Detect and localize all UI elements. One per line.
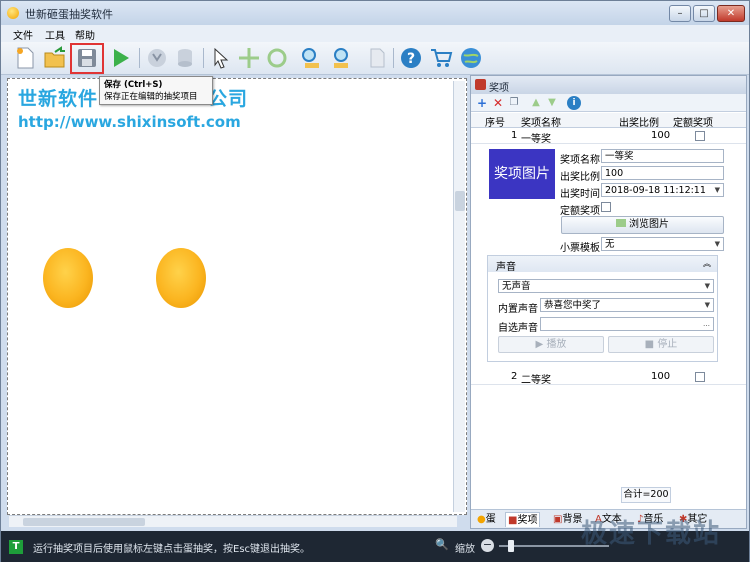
minimize-button[interactable]: – (669, 5, 691, 22)
open-folder-icon[interactable] (43, 46, 67, 70)
save-highlight-box (70, 43, 104, 74)
custom-sound-field[interactable]: … (540, 317, 714, 331)
col-ratio: 出奖比例 (619, 118, 659, 129)
run-icon[interactable] (109, 46, 133, 70)
prize-toolbar: + ✕ ❐ ▲ ▼ i (471, 94, 746, 112)
move-icon[interactable] (237, 46, 261, 70)
more-icon[interactable]: … (703, 319, 710, 330)
menu-help[interactable]: 帮助 (75, 27, 95, 42)
select-pointer-icon[interactable] (209, 46, 233, 70)
toolbar: ? (1, 42, 749, 75)
prize-panel-title: 奖项 (489, 83, 509, 94)
globe-icon[interactable] (459, 46, 483, 70)
watermark: 极速下载站 (581, 519, 722, 549)
total-ratio: 合计=200 (621, 487, 671, 503)
move-up-icon[interactable]: ▲ (529, 96, 543, 110)
status-text: 运行抽奖项目后使用鼠标左键点击蛋抽奖，按Esc键退出抽奖。 (33, 544, 311, 555)
sound-section-header[interactable]: 声音 ︽ (488, 256, 717, 273)
zoom-label: 缩放 (455, 544, 475, 555)
sound-section: 声音 ︽ 无声音 ▼ 内置声音 恭喜您中奖了 ▼ 自选声音 … ▶ 播放 ■ 停止 (487, 255, 718, 362)
vertical-scroll-thumb[interactable] (455, 191, 465, 211)
move-down-icon[interactable]: ▼ (545, 96, 559, 110)
collapse-icon[interactable]: ︽ (703, 258, 711, 269)
help-icon[interactable]: ? (399, 46, 423, 70)
browse-image-button[interactable]: 浏览图片 (561, 216, 724, 234)
save-tooltip: 保存 (Ctrl+S) 保存正在编辑的抽奖项目 (99, 76, 213, 105)
document-icon[interactable] (365, 46, 389, 70)
builtin-sound-select[interactable]: 恭喜您中奖了 ▼ (540, 298, 714, 312)
zoom-in-icon[interactable] (299, 46, 323, 70)
tab-background[interactable]: ▣背景 (551, 512, 584, 527)
tooltip-description: 保存正在编辑的抽奖项目 (104, 92, 198, 102)
svg-text:?: ? (407, 51, 415, 67)
window-title: 世新砸蛋抽奖软件 (25, 8, 113, 21)
magnifier-icon: 🔍 (435, 538, 449, 551)
menu-file[interactable]: 文件 (13, 27, 33, 42)
prize-panel-header: 奖项 (471, 76, 746, 94)
menu-tools[interactable]: 工具 (45, 27, 65, 42)
fixed-prize-checkbox[interactable] (695, 372, 705, 382)
egg-1[interactable] (43, 248, 93, 308)
tab-egg[interactable]: ●蛋 (475, 512, 498, 527)
prize-image[interactable]: 奖项图片 (489, 149, 555, 199)
sound-mode-select[interactable]: 无声音 ▼ (498, 279, 714, 293)
chevron-down-icon: ▼ (714, 240, 720, 248)
website-url-text[interactable]: http://www.shixinsoft.com (18, 113, 241, 131)
add-prize-icon[interactable]: + (475, 96, 489, 110)
stop-button[interactable]: ■ 停止 (608, 336, 714, 353)
tab-prize[interactable]: ■奖项 (505, 512, 541, 527)
database-icon[interactable] (173, 46, 197, 70)
info-icon[interactable]: i (567, 96, 581, 110)
chevron-down-icon: ▼ (704, 282, 710, 290)
horizontal-scroll-thumb[interactable] (23, 518, 145, 526)
zoom-out-button[interactable]: − (481, 539, 494, 552)
menu-bar: 文件 工具 帮助 (1, 25, 749, 42)
prize-icon[interactable] (145, 46, 169, 70)
ticket-template-select[interactable]: 无 ▼ (601, 237, 724, 251)
app-window: 世新砸蛋抽奖软件 – □ ✕ 文件 工具 帮助 ? 保存 (Ctrl+S) 保存… (0, 0, 750, 562)
fixed-amount-checkbox[interactable] (601, 202, 611, 212)
table-row[interactable]: 2 二等奖 100 (471, 370, 746, 386)
col-name: 奖项名称 (521, 118, 561, 129)
prize-panel-icon (475, 79, 486, 90)
prize-name-field[interactable]: 一等奖 (601, 149, 724, 163)
chevron-down-icon: ▼ (714, 186, 720, 194)
zoom-out-icon[interactable] (329, 46, 353, 70)
close-button[interactable]: ✕ (717, 5, 745, 22)
canvas-horizontal-scrollbar[interactable] (9, 515, 457, 527)
zoom-thumb[interactable] (508, 540, 514, 552)
app-egg-icon (7, 7, 19, 19)
tooltip-title: 保存 (Ctrl+S) (104, 80, 163, 90)
col-fixed: 定额奖项 (673, 118, 713, 129)
play-icon: ▶ (535, 339, 544, 350)
prize-grid-header: 序号 奖项名称 出奖比例 定额奖项 (471, 113, 746, 129)
egg-icon: ● (477, 514, 486, 525)
col-no: 序号 (485, 118, 505, 129)
fixed-prize-checkbox[interactable] (695, 131, 705, 141)
title-bar: 世新砸蛋抽奖软件 – □ ✕ (1, 1, 749, 25)
cart-icon[interactable] (429, 46, 453, 70)
chevron-down-icon: ▼ (704, 301, 710, 309)
prize-time-field[interactable]: 2018-09-18 11:12:11 ▼ (601, 183, 724, 197)
delete-prize-icon[interactable]: ✕ (491, 96, 505, 110)
new-file-icon[interactable] (13, 46, 37, 70)
canvas-vertical-scrollbar[interactable] (453, 81, 465, 512)
maximize-button[interactable]: □ (693, 5, 715, 22)
image-icon (616, 219, 626, 227)
prize-panel: 奖项 + ✕ ❐ ▲ ▼ i 序号 奖项名称 出奖比例 定额奖项 1 一等奖 1… (470, 75, 747, 529)
stop-icon: ■ (644, 339, 655, 350)
egg-2[interactable] (156, 248, 206, 308)
copy-prize-icon[interactable]: ❐ (507, 96, 521, 110)
rotate-icon[interactable] (265, 46, 289, 70)
table-row[interactable]: 1 一等奖 100 (471, 129, 746, 145)
design-canvas[interactable]: 世新软件 公司 http://www.shixinsoft.com (7, 78, 467, 515)
prize-ratio-field[interactable]: 100 (601, 166, 724, 180)
status-tip-icon: T (9, 540, 23, 554)
play-button[interactable]: ▶ 播放 (498, 336, 604, 353)
